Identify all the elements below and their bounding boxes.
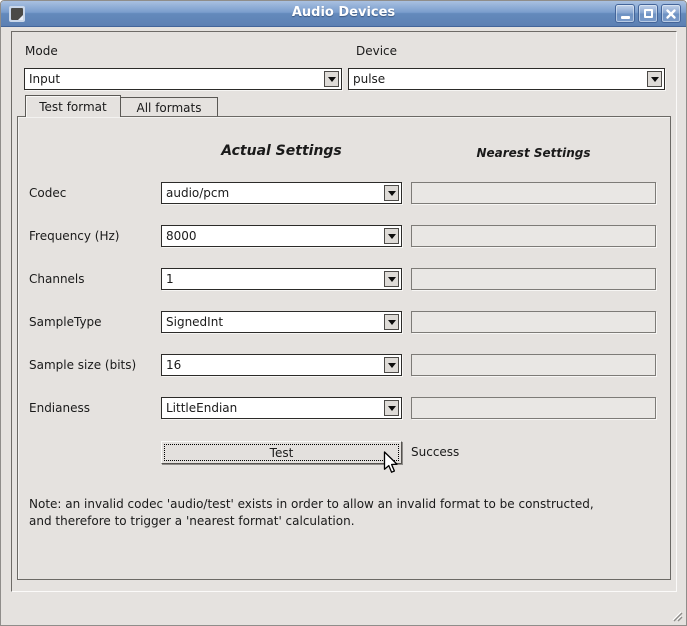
note-line-1: Note: an invalid codec 'audio/test' exis… xyxy=(29,496,669,513)
nearest-settings-header: Nearest Settings xyxy=(411,146,656,160)
sampletype-value: SignedInt xyxy=(166,315,223,329)
row-channels: Channels 1 xyxy=(1,268,687,311)
row-endianess: Endianess LittleEndian xyxy=(1,397,687,440)
nearest-channels-field xyxy=(411,268,656,290)
chevron-down-icon xyxy=(384,357,399,373)
status-label: Success xyxy=(411,445,459,459)
sampletype-select[interactable]: SignedInt xyxy=(161,311,402,333)
endianess-label: Endianess xyxy=(29,401,90,415)
row-frequency: Frequency (Hz) 8000 xyxy=(1,225,687,268)
row-samplesize: Sample size (bits) 16 xyxy=(1,354,687,397)
tab-label: All formats xyxy=(137,101,202,115)
close-button[interactable] xyxy=(661,4,681,23)
mode-selected-value: Input xyxy=(29,72,60,86)
resize-grip-icon[interactable] xyxy=(669,608,683,622)
chevron-down-icon xyxy=(647,71,662,87)
samplesize-select[interactable]: 16 xyxy=(161,354,402,376)
settings-rows: Codec audio/pcm Frequency (Hz) 8000 Chan… xyxy=(1,182,687,440)
chevron-down-icon xyxy=(384,185,399,201)
window-title: Audio Devices xyxy=(1,5,686,20)
audio-devices-window: Audio Devices Mode Device Input pulse xyxy=(0,0,687,626)
window-controls xyxy=(615,4,681,23)
tab-test-format[interactable]: Test format xyxy=(25,95,121,117)
nearest-frequency-field xyxy=(411,225,656,247)
nearest-samplesize-field xyxy=(411,354,656,376)
tab-all-formats[interactable]: All formats xyxy=(121,97,218,117)
endianess-value: LittleEndian xyxy=(166,401,237,415)
tab-label: Test format xyxy=(39,100,106,114)
mode-select[interactable]: Input xyxy=(24,68,342,90)
note-text: Note: an invalid codec 'audio/test' exis… xyxy=(29,496,669,530)
test-button[interactable]: Test xyxy=(161,441,402,464)
mode-label: Mode xyxy=(25,44,58,59)
device-selected-value: pulse xyxy=(353,72,385,86)
titlebar[interactable]: Audio Devices xyxy=(1,1,686,27)
minimize-icon xyxy=(621,16,630,19)
codec-select[interactable]: audio/pcm xyxy=(161,182,402,204)
actual-settings-header: Actual Settings xyxy=(161,143,402,159)
codec-value: audio/pcm xyxy=(166,186,229,200)
channels-value: 1 xyxy=(166,272,174,286)
maximize-icon xyxy=(644,9,653,18)
samplesize-label: Sample size (bits) xyxy=(29,358,136,372)
nearest-codec-field xyxy=(411,182,656,204)
codec-label: Codec xyxy=(29,186,66,200)
samplesize-value: 16 xyxy=(166,358,181,372)
frequency-select[interactable]: 8000 xyxy=(161,225,402,247)
nearest-endianess-field xyxy=(411,397,656,419)
chevron-down-icon xyxy=(324,71,339,87)
device-label: Device xyxy=(356,44,397,59)
chevron-down-icon xyxy=(384,400,399,416)
row-codec: Codec audio/pcm xyxy=(1,182,687,225)
sampletype-label: SampleType xyxy=(29,315,102,329)
frequency-label: Frequency (Hz) xyxy=(29,229,120,243)
note-line-2: and therefore to trigger a 'nearest form… xyxy=(29,513,669,530)
row-sampletype: SampleType SignedInt xyxy=(1,311,687,354)
test-button-label: Test xyxy=(270,446,294,460)
chevron-down-icon xyxy=(384,314,399,330)
device-select[interactable]: pulse xyxy=(348,68,665,90)
endianess-select[interactable]: LittleEndian xyxy=(161,397,402,419)
maximize-button[interactable] xyxy=(638,4,658,23)
chevron-down-icon xyxy=(384,271,399,287)
channels-label: Channels xyxy=(29,272,85,286)
frequency-value: 8000 xyxy=(166,229,197,243)
chevron-down-icon xyxy=(384,228,399,244)
channels-select[interactable]: 1 xyxy=(161,268,402,290)
close-icon xyxy=(664,7,678,21)
nearest-sampletype-field xyxy=(411,311,656,333)
minimize-button[interactable] xyxy=(615,4,635,23)
